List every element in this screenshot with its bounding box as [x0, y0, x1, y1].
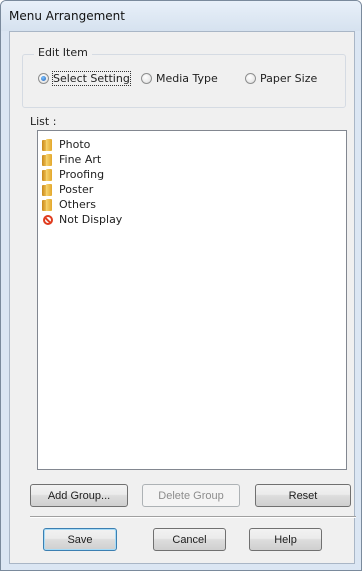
folder-icon	[42, 153, 54, 166]
list-item-photo[interactable]: Photo	[42, 137, 90, 152]
delete-group-button[interactable]: Delete Group	[142, 484, 240, 507]
title-bar[interactable]: Menu Arrangement	[1, 1, 361, 31]
select-setting-label: Select Setting	[52, 70, 131, 86]
list-item-not-display[interactable]: Not Display	[42, 212, 122, 227]
list-item-poster[interactable]: Poster	[42, 182, 93, 197]
media-type-radio[interactable]: Media Type	[141, 71, 218, 85]
list-item-label: Photo	[59, 138, 91, 151]
list-item-label: Poster	[59, 183, 94, 196]
folder-icon	[42, 138, 54, 151]
list-item-label: Others	[59, 198, 96, 211]
reset-button[interactable]: Reset	[255, 484, 351, 507]
folder-icon	[42, 198, 54, 211]
window-title: Menu Arrangement	[9, 9, 125, 23]
list-item-proofing[interactable]: Proofing	[42, 167, 104, 182]
list-label: List :	[30, 115, 57, 128]
paper-size-label: Paper Size	[260, 71, 318, 85]
help-button[interactable]: Help	[249, 528, 322, 551]
no-display-icon	[43, 214, 53, 225]
folder-icon	[42, 183, 54, 196]
cancel-button[interactable]: Cancel	[153, 528, 226, 551]
folder-icon	[42, 168, 54, 181]
media-type-label: Media Type	[156, 71, 218, 85]
paper-size-radio[interactable]: Paper Size	[245, 71, 317, 85]
add-group-button[interactable]: Add Group...	[30, 484, 128, 507]
list-item-label: Fine Art	[59, 153, 102, 166]
list-item-others[interactable]: Others	[42, 197, 96, 212]
radio-unchecked-icon	[245, 72, 256, 84]
save-button[interactable]: Save	[43, 528, 117, 551]
list-item-label: Proofing	[59, 168, 105, 181]
select-setting-radio[interactable]: Select Setting	[38, 70, 131, 86]
radio-unchecked-icon	[141, 72, 152, 84]
edit-item-label: Edit Item	[34, 46, 92, 59]
footer-separator	[30, 516, 356, 518]
list-item-label: Not Display	[59, 213, 123, 226]
radio-checked-icon	[38, 72, 49, 84]
list-item-fine-art[interactable]: Fine Art	[42, 152, 101, 167]
menu-list[interactable]: Photo Fine Art Proofing Poster Others No…	[37, 130, 347, 470]
